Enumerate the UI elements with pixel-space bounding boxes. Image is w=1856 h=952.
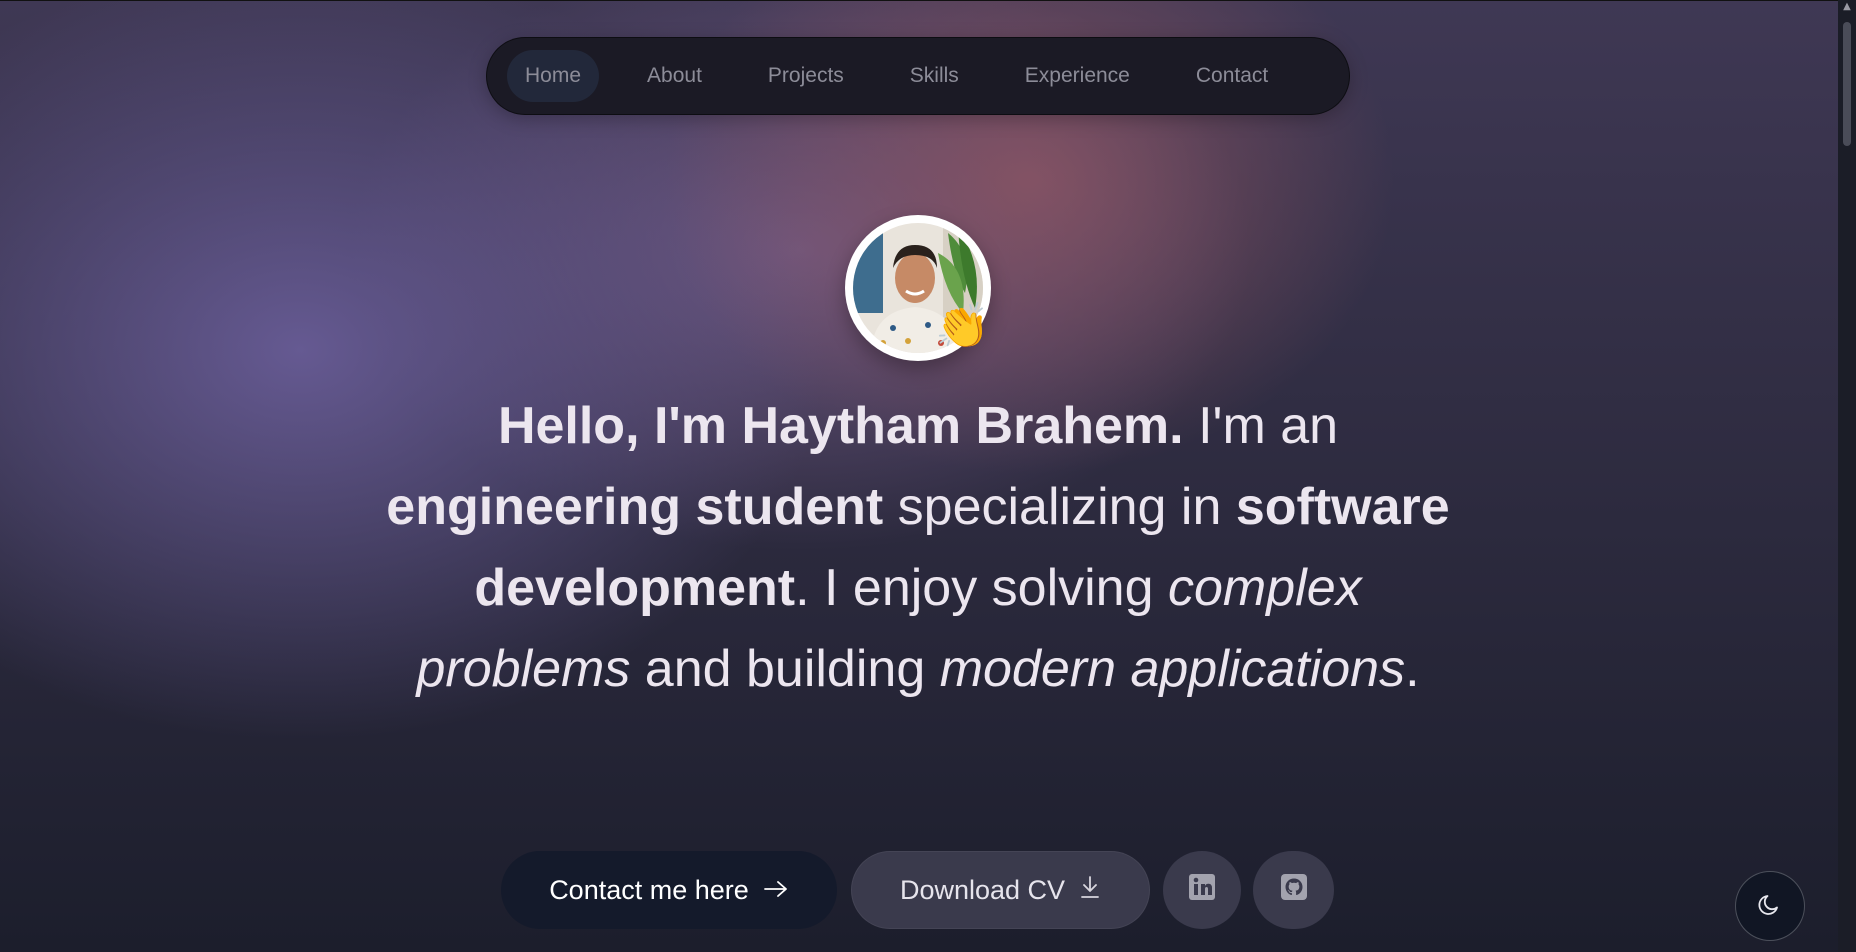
scroll-up-icon[interactable]: ▲ bbox=[1842, 2, 1852, 12]
headline-role: engineering student bbox=[386, 478, 884, 536]
nav-item-skills[interactable]: Skills bbox=[892, 50, 977, 102]
github-icon bbox=[1280, 873, 1308, 908]
arrow-right-icon bbox=[763, 875, 789, 906]
download-cv-button[interactable]: Download CV bbox=[851, 851, 1150, 929]
headline-greeting: Hello, I'm Haytham Brahem. bbox=[497, 397, 1184, 455]
contact-button[interactable]: Contact me here bbox=[501, 851, 837, 929]
download-cv-label: Download CV bbox=[899, 874, 1066, 905]
headline-text: specializing in bbox=[883, 478, 1236, 536]
contact-button-label: Contact me here bbox=[549, 874, 749, 905]
wave-emoji: 👏 bbox=[935, 301, 990, 352]
nav-item-contact[interactable]: Contact bbox=[1178, 50, 1286, 102]
theme-toggle-button[interactable] bbox=[1735, 871, 1805, 941]
download-icon bbox=[1079, 875, 1101, 906]
linkedin-icon bbox=[1188, 873, 1216, 908]
headline-text: . I enjoy solving bbox=[795, 559, 1168, 617]
headline-emphasis: modern applications bbox=[939, 640, 1406, 698]
nav-item-about[interactable]: About bbox=[629, 50, 720, 102]
headline-text: I'm an bbox=[1183, 397, 1339, 455]
scrollbar[interactable]: ▲ bbox=[1838, 0, 1856, 952]
github-button[interactable] bbox=[1253, 851, 1334, 929]
nav-item-projects[interactable]: Projects bbox=[750, 50, 862, 102]
headline-text: and building bbox=[630, 640, 940, 698]
moon-icon bbox=[1757, 891, 1783, 921]
scrollbar-thumb[interactable] bbox=[1843, 22, 1851, 146]
hero-headline: Hello, I'm Haytham Brahem. I'm an engine… bbox=[380, 386, 1456, 710]
nav-item-home[interactable]: Home bbox=[507, 50, 600, 102]
nav-item-experience[interactable]: Experience bbox=[1007, 50, 1148, 102]
main-nav: Home About Projects Skills Experience Co… bbox=[486, 37, 1350, 115]
linkedin-button[interactable] bbox=[1163, 851, 1241, 929]
headline-text: . bbox=[1405, 640, 1420, 698]
top-border bbox=[0, 0, 1856, 1]
